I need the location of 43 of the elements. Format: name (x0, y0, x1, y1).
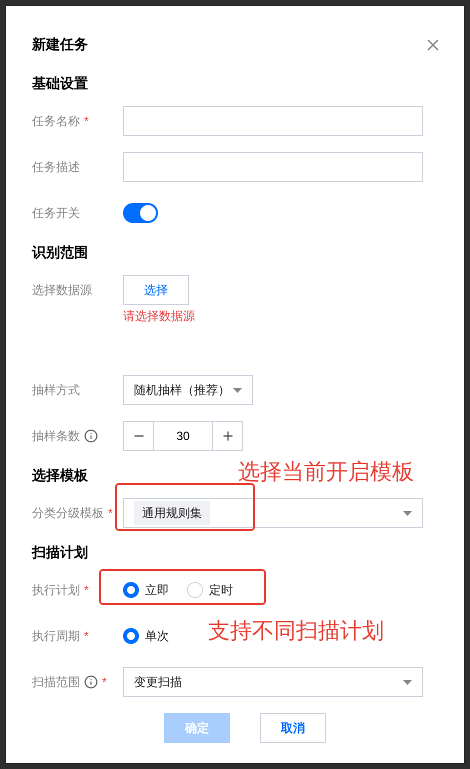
error-message: 请选择数据源 (123, 308, 195, 325)
radio-button[interactable] (123, 582, 139, 598)
toggle-switch[interactable] (123, 203, 158, 223)
radio-label: 立即 (145, 582, 169, 599)
required-mark: * (108, 505, 113, 522)
field-label: 任务开关 (32, 205, 80, 222)
plus-icon (220, 429, 234, 443)
field-label: 抽样条数 (32, 428, 80, 445)
annotation-text: 支持不同扫描计划 (208, 617, 384, 645)
field-label: 任务描述 (32, 159, 80, 176)
required-mark: * (84, 628, 89, 645)
radio-label: 单次 (145, 628, 169, 645)
radio-button[interactable] (123, 628, 139, 644)
required-mark: * (84, 113, 89, 130)
annotation-text: 选择当前开启模板 (238, 458, 414, 486)
section-title: 扫描计划 (32, 544, 88, 560)
section-title: 基础设置 (32, 75, 88, 91)
dropdown-select[interactable]: 随机抽样（推荐） (123, 375, 253, 405)
caret-icon (403, 510, 412, 516)
field-label: 执行计划 (32, 582, 80, 599)
field-label: 抽样方式 (32, 382, 80, 399)
text-field[interactable] (123, 106, 423, 136)
field-label: 分类分级模板 (32, 505, 104, 522)
tag: 通用规则集 (134, 501, 210, 525)
select-source-button[interactable]: 选择 (123, 275, 189, 305)
section-title: 识别范围 (32, 244, 88, 260)
dialog-title: 新建任务 (32, 35, 88, 54)
section-title: 选择模板 (32, 467, 88, 483)
field-label: 扫描范围 (32, 674, 80, 691)
tag-select[interactable]: 通用规则集 (123, 498, 423, 528)
text-field[interactable] (123, 152, 423, 182)
field-label: 执行周期 (32, 628, 80, 645)
number-field[interactable]: 30 (154, 422, 212, 450)
caret-icon (403, 680, 412, 684)
field-label: 任务名称 (32, 113, 80, 130)
field-label: 选择数据源 (32, 282, 92, 299)
required-mark: * (84, 582, 89, 599)
cancel-button[interactable]: 取消 (260, 713, 326, 743)
number-stepper[interactable]: 30 (123, 421, 243, 451)
dropdown-select[interactable]: 变更扫描 (123, 667, 423, 697)
required-mark: * (102, 674, 107, 691)
radio-label: 定时 (209, 582, 233, 599)
caret-icon (233, 388, 242, 392)
